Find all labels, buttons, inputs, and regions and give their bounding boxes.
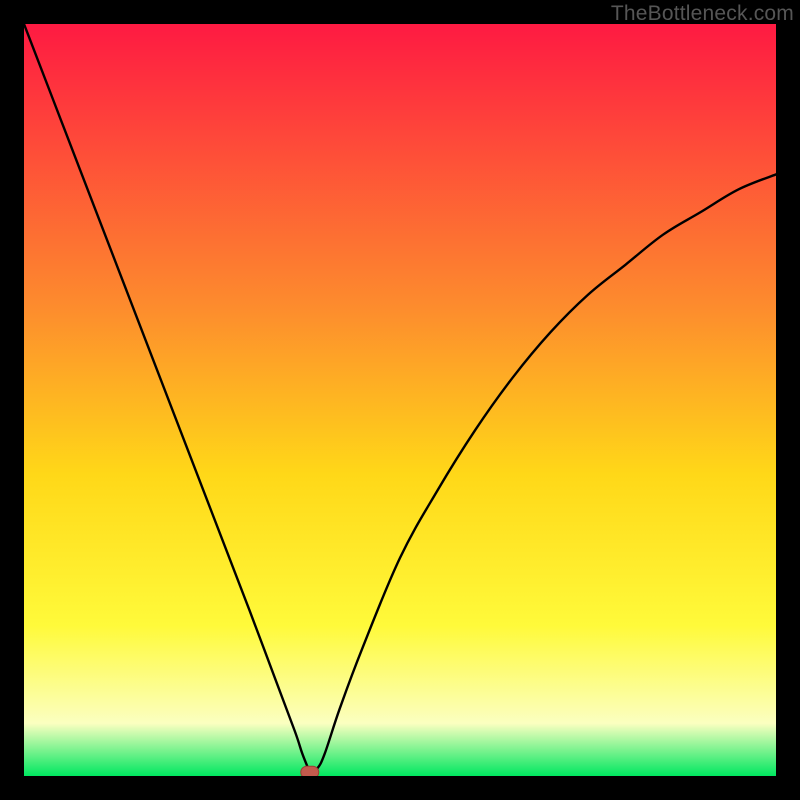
optimal-point-marker [301, 766, 319, 776]
chart-frame [24, 24, 776, 776]
gradient-background [24, 24, 776, 776]
watermark-text: TheBottleneck.com [611, 2, 794, 26]
bottleneck-chart [24, 24, 776, 776]
